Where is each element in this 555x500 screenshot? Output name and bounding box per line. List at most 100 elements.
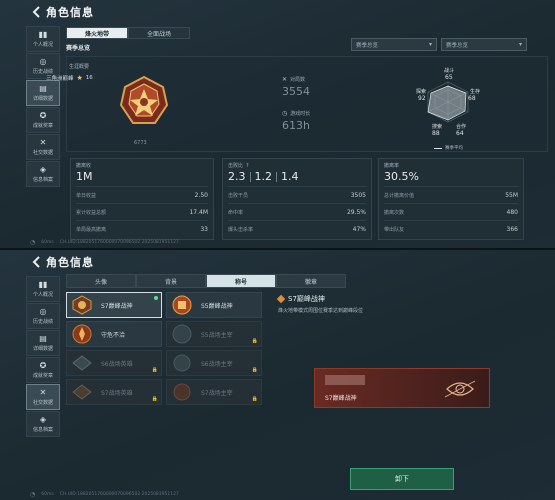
lock-icon: 🔒 [251, 338, 258, 344]
title-item-name: S6战场主宰 [201, 360, 233, 368]
stat-box-head: 撤离率 [384, 163, 400, 169]
radar-label: 合作 [456, 124, 467, 130]
matches-label: 对局数 [290, 77, 306, 83]
radar-value: 65 [445, 74, 453, 81]
clock-icon: ◷ [282, 110, 288, 117]
tab-avatar[interactable]: 头像 [66, 274, 136, 288]
data-icon: ▤ [39, 84, 47, 93]
status-footer: ◔ 60ms CH.UID:1882051760000070096502 202… [30, 239, 179, 246]
sidebar-item-social[interactable]: ✕ 社交数据 [26, 134, 60, 160]
divider [249, 171, 251, 182]
dropdown-value: 赛季总览 [446, 42, 469, 49]
stat-row: 撤离次数 480 [384, 203, 518, 220]
stat-row: 累计收益总额 17.4M [76, 203, 208, 220]
tab-background[interactable]: 背景 [136, 274, 206, 288]
title-item-name: S5战场主宰 [201, 331, 233, 339]
stat-row: 击败干员 3505 [228, 186, 366, 203]
stat-box-value: 2.3 [228, 170, 246, 183]
data-icon: ▤ [39, 334, 47, 343]
stat-box-value: 1.2 [254, 170, 273, 183]
title-item[interactable]: S7战场英雄 🔒 [66, 379, 162, 405]
stat-row-value: 47% [352, 225, 366, 233]
season-dropdown-1[interactable]: 赛季总览 ▾ [351, 38, 437, 51]
chevron-left-icon [32, 6, 40, 18]
archive-icon: ◈ [39, 415, 47, 424]
stat-box-extraction: 撤离收 1M 单日收益 2.50 累计收益总额 17.4M 单局最高撤离 33 [70, 158, 214, 240]
sidebar-item-label: 个人概况 [32, 42, 53, 48]
season-dropdown-2[interactable]: 赛季总览 ▾ [441, 38, 527, 51]
back-button[interactable] [26, 2, 46, 22]
stat-row-label: 单局最高撤离 [76, 226, 107, 233]
status-footer: ◔ 60ms CH.UID:1882051760000070096502 202… [30, 491, 179, 498]
unequip-button[interactable]: 卸下 [350, 468, 454, 490]
detail-description: 烽火地带模式周围位赛季达到巅峰段位 [278, 308, 364, 314]
title-badge-icon [173, 383, 191, 401]
tab-mode-1[interactable]: 烽火地带 [66, 27, 128, 39]
page-title: 角色信息 [46, 6, 94, 19]
sidebar-item-profile[interactable]: ▮▮ 个人概况 [26, 276, 60, 302]
stat-row-label: 击败干员 [228, 192, 249, 199]
stat-row: 单日收益 2.50 [76, 186, 208, 203]
stat-row: 带出队友 366 [384, 220, 518, 237]
dropdown-value: 赛季总览 [356, 42, 379, 49]
title-item[interactable]: 守危不洽 [66, 321, 162, 347]
sidebar-item-medals[interactable]: ✪ 成就奖章 [26, 357, 60, 383]
sidebar-item-archive[interactable]: ◈ 信息档案 [26, 161, 60, 187]
stat-box-value: 30.5% [384, 170, 419, 183]
stat-row: 总计撤离价值 55M [384, 186, 518, 203]
stat-row-label: 带出队友 [384, 226, 405, 233]
title-badge-icon [72, 324, 92, 344]
sidebar-item-profile[interactable]: ▮▮ 个人概况 [26, 26, 60, 52]
stat-box-kd: 击败比? 2.3 1.2 1.4 击败干员 3505 命中率 29.5% 爆头击杀率… [222, 158, 372, 240]
sidebar-item-social[interactable]: ✕ 社交数据 [26, 384, 60, 410]
title-item[interactable]: S5巅峰战神 [166, 292, 262, 318]
title-badge-icon [444, 380, 476, 398]
stat-row-label: 撤离次数 [384, 209, 405, 216]
sidebar-item-label: 历史战绩 [32, 319, 53, 325]
stat-box-extract-rate: 撤离率 30.5% 总计撤离价值 55M 撤离次数 480 带出队友 366 [378, 158, 524, 240]
title-item[interactable]: S7战场主宰 🔒 [166, 379, 262, 405]
wifi-icon: ◔ [30, 239, 36, 246]
sidebar-item-data[interactable]: ▤ 详细数据 [26, 80, 60, 106]
blurred-name [325, 375, 365, 385]
social-icon: ✕ [39, 138, 47, 147]
stat-row-value: 480 [506, 208, 518, 216]
radar-value: 68 [468, 95, 476, 102]
rank-stars: 16 [85, 75, 93, 81]
sidebar-item-archive[interactable]: ◈ 信息档案 [26, 411, 60, 437]
chevron-left-icon [32, 256, 40, 268]
sidebar-item-medals[interactable]: ✪ 成就奖章 [26, 107, 60, 133]
tab-mode-2[interactable]: 全面战场 [128, 27, 190, 39]
stats-panel: 角色信息 ▮▮ 个人概况 ◎ 历史战绩 ▤ 详细数据 ✪ 成就奖章 ✕ 社交数据… [0, 0, 555, 250]
title-item[interactable]: S7巅峰战神 [66, 292, 162, 318]
sidebar-item-history[interactable]: ◎ 历史战绩 [26, 303, 60, 329]
stat-row-value: 55M [505, 191, 518, 199]
stat-row-value: 29.5% [346, 208, 366, 216]
mode-tabs: 烽火地带 全面战场 [66, 27, 190, 39]
back-button[interactable] [26, 252, 46, 272]
title-bar: 角色信息 [0, 0, 555, 24]
title-badge-icon [172, 324, 192, 344]
ping-value: 60ms [41, 492, 54, 497]
social-icon: ✕ [39, 388, 47, 397]
title-item[interactable]: S5战场主宰 🔒 [166, 321, 262, 347]
radar-legend: 赛季平均 [434, 145, 463, 151]
archive-icon: ◈ [39, 165, 47, 174]
radar-label: 搜索 [432, 124, 443, 130]
title-item[interactable]: S6战场主宰 🔒 [166, 350, 262, 376]
hours-value: 613h [282, 119, 310, 132]
rank-emblem-icon [119, 75, 169, 124]
stat-row-label: 单日收益 [76, 192, 97, 199]
tab-badge[interactable]: 徽章 [276, 274, 346, 288]
rank-score: 6773 [134, 140, 147, 146]
title-item-name: S7战场主宰 [201, 389, 233, 397]
title-item[interactable]: S6战场英雄 🔒 [66, 350, 162, 376]
tab-title[interactable]: 称号 [206, 274, 276, 288]
stat-row-value: 17.4M [189, 208, 208, 216]
sidebar-item-data[interactable]: ▤ 详细数据 [26, 330, 60, 356]
title-badge-icon [173, 354, 191, 372]
page-title: 角色信息 [46, 256, 94, 269]
medal-icon: ✪ [39, 111, 47, 120]
stat-row: 单局最高撤离 33 [76, 220, 208, 237]
help-icon[interactable]: ? [246, 163, 249, 169]
